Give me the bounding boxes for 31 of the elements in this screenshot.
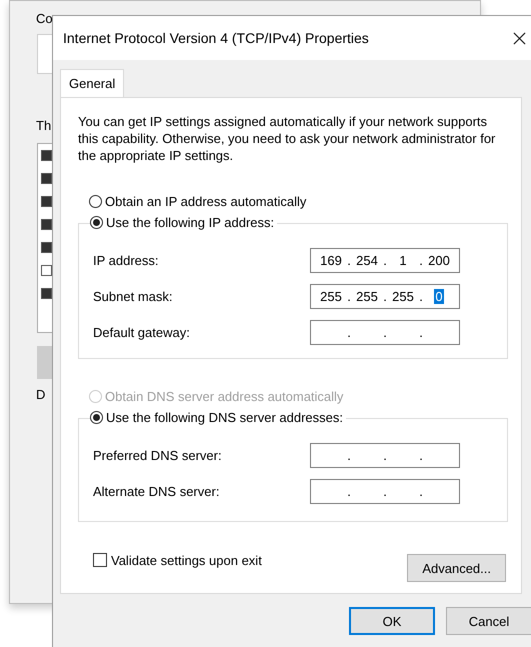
close-icon[interactable] — [513, 32, 526, 45]
window-title: Internet Protocol Version 4 (TCP/IPv4) Properties — [63, 30, 369, 46]
checkbox[interactable] — [41, 242, 52, 253]
field-label: Preferred DNS server: — [93, 448, 222, 462]
field-label: Alternate DNS server: — [93, 484, 220, 498]
radio-option[interactable]: Use the following DNS server addresses: — [90, 410, 346, 425]
checkbox[interactable] — [41, 288, 52, 299]
advanced-button[interactable]: Advanced... — [407, 554, 506, 582]
dialog-button[interactable]: Cancel — [446, 607, 531, 635]
label-text: Co — [36, 11, 53, 26]
ip-address-field[interactable]: . . . — [310, 442, 460, 468]
field-label: Default gateway: — [93, 324, 190, 340]
ip-address-field[interactable]: . . . — [310, 478, 460, 504]
ip-address-field[interactable]: 255 . 255 . 255 . 0 — [310, 284, 460, 308]
label-text: D — [36, 387, 46, 402]
radio-option[interactable]: Obtain an IP address automatically — [89, 194, 306, 209]
field-label: IP address: — [93, 252, 159, 268]
dialog-button[interactable]: OK — [349, 607, 435, 635]
checkbox[interactable] — [41, 219, 52, 230]
field-label: Subnet mask: — [93, 288, 172, 304]
label-text: Th — [36, 118, 52, 133]
tab[interactable]: General — [60, 69, 124, 98]
checkbox[interactable] — [41, 196, 52, 207]
checkbox[interactable] — [41, 265, 52, 276]
checkbox[interactable]: Validate settings upon exit — [93, 552, 262, 568]
ip-address-field[interactable]: . . . — [310, 320, 460, 344]
checkbox[interactable] — [41, 173, 52, 184]
ip-address-field[interactable]: 169 . 254 . 1 . 200 — [310, 248, 460, 272]
checkbox[interactable] — [41, 150, 52, 161]
radio-option[interactable]: Use the following IP address: — [90, 215, 278, 230]
description-text: You can get IP settings assigned automatically if your network supports this capability. Otherwise, you need to ask your network administrator for the appropriate IP settings. — [78, 113, 496, 164]
